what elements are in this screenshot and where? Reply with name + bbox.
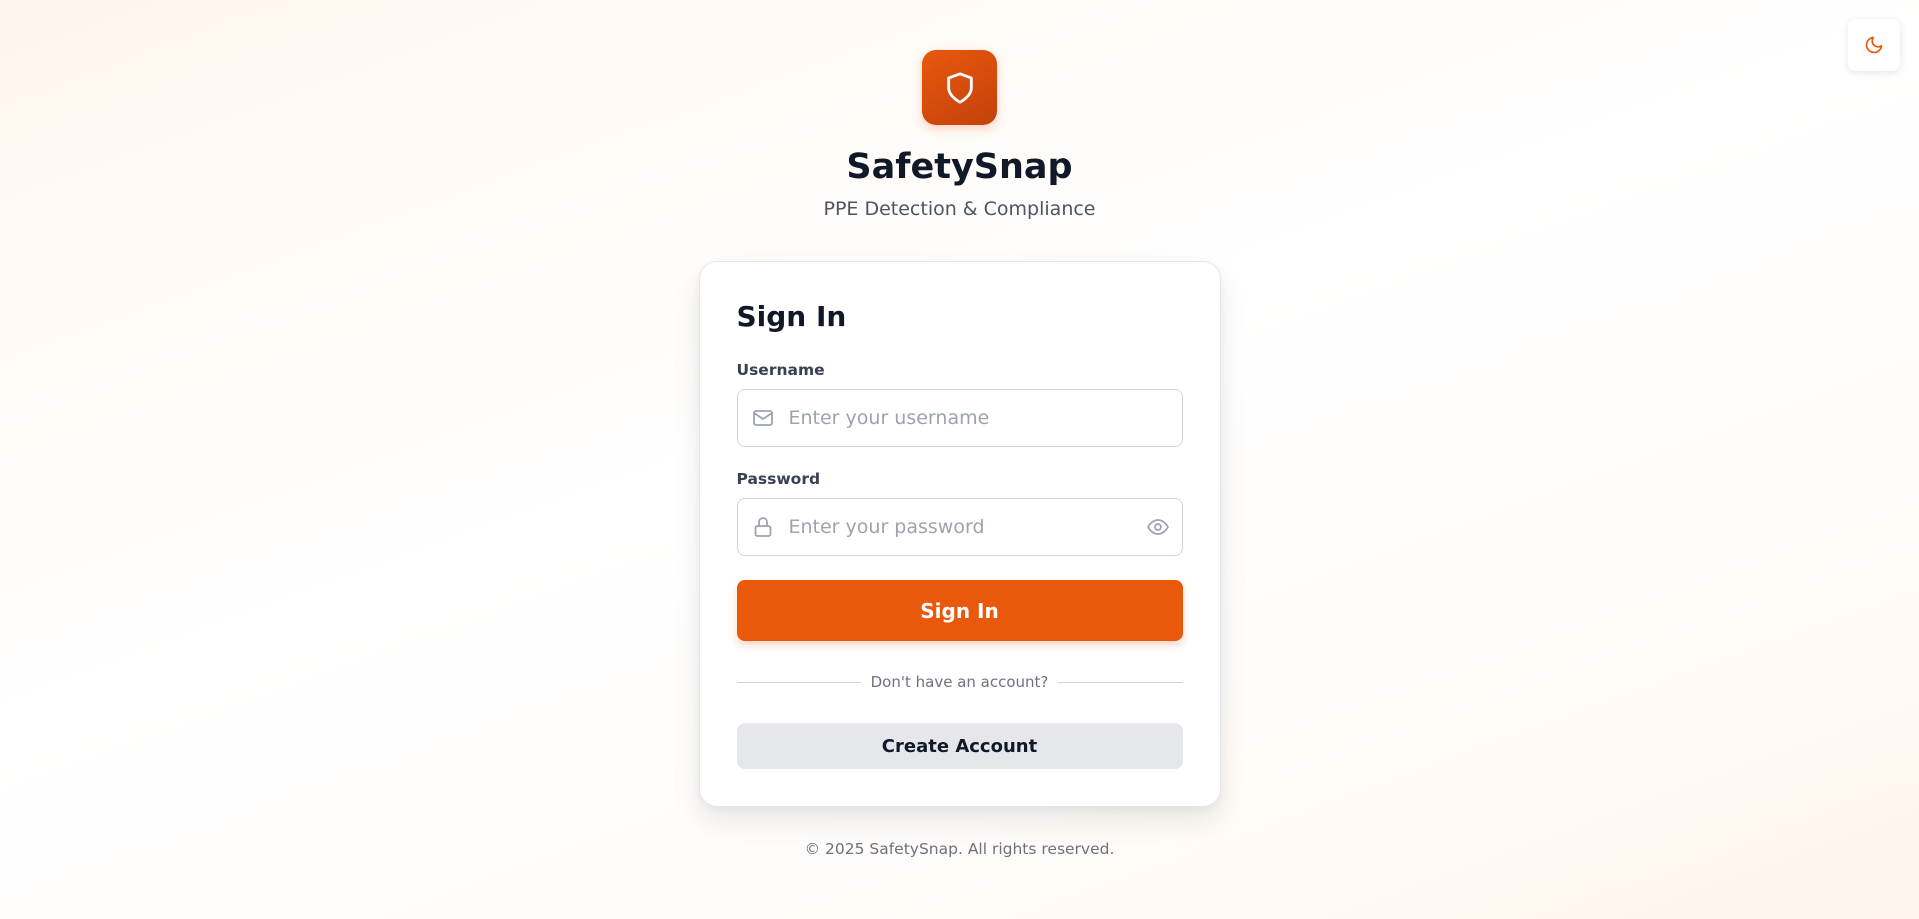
create-account-button[interactable]: Create Account — [736, 723, 1183, 769]
app-title: SafetySnap — [846, 147, 1073, 187]
sign-in-button[interactable]: Sign In — [736, 580, 1183, 641]
lock-icon — [751, 515, 775, 539]
app-subtitle: PPE Detection & Compliance — [823, 198, 1096, 220]
login-card: Sign In Username Password — [698, 261, 1221, 807]
username-field — [736, 389, 1183, 447]
divider-line-left — [736, 681, 861, 683]
footer-copyright: © 2025 SafetySnap. All rights reserved. — [804, 840, 1115, 858]
shield-icon — [943, 71, 977, 105]
mail-icon — [751, 406, 775, 430]
divider-text: Don't have an account? — [870, 673, 1049, 691]
form-title: Sign In — [736, 300, 847, 333]
password-label: Password — [736, 470, 821, 488]
eye-icon[interactable] — [1146, 515, 1170, 539]
username-input[interactable] — [737, 390, 1182, 446]
divider-line-right — [1058, 681, 1183, 683]
login-page: SafetySnap PPE Detection & Compliance Si… — [0, 0, 1919, 859]
divider: Don't have an account? — [736, 672, 1183, 692]
password-field — [736, 498, 1183, 556]
app-logo — [922, 50, 997, 125]
password-input[interactable] — [737, 499, 1182, 555]
username-label: Username — [736, 361, 825, 379]
